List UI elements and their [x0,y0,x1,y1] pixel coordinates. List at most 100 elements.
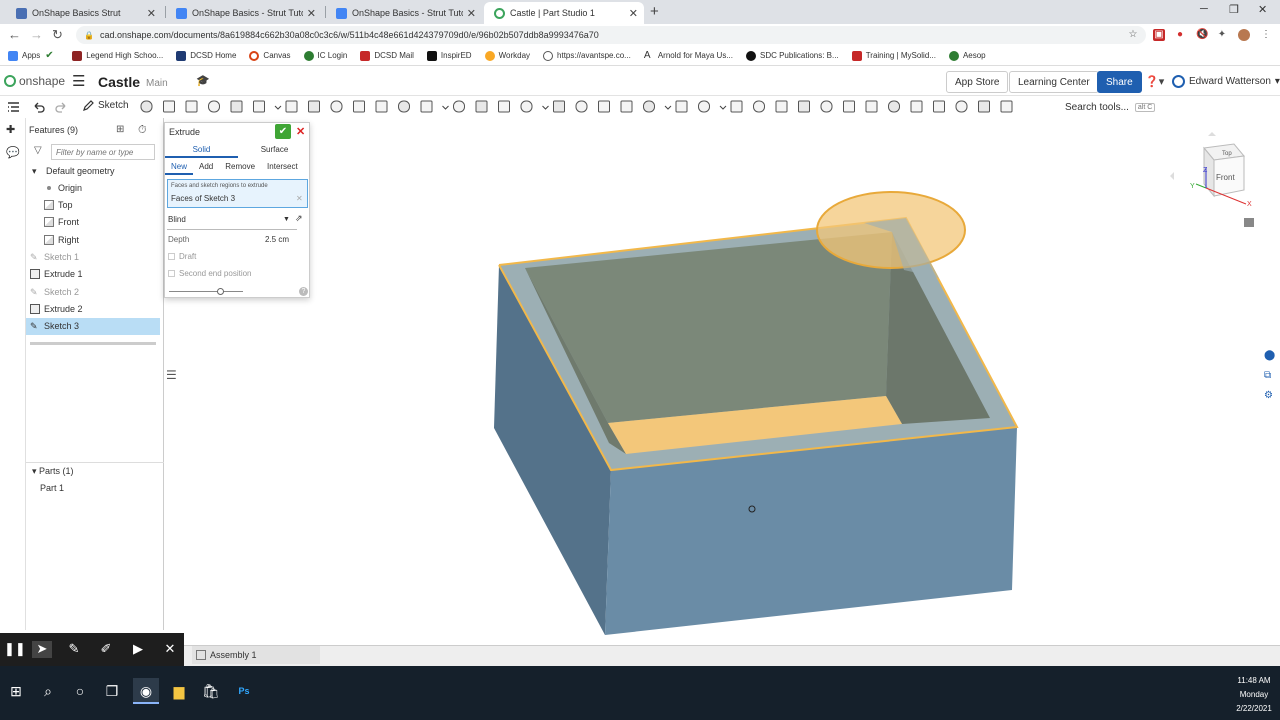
tab-tool-icon[interactable] [978,100,990,113]
bookmark-apps[interactable]: Apps [8,50,40,61]
fit-spline-tool-icon[interactable] [775,100,788,113]
hem-tool-icon[interactable] [955,100,968,113]
depth-input[interactable]: 2.5 cm [265,235,289,244]
browser-tab-3[interactable]: OnShape Basics - Strut Tutorial - ✕ [326,2,482,24]
search-icon[interactable]: ⌕ [35,678,61,704]
sheet-metal-tool-icon[interactable] [888,100,900,113]
url-bar[interactable]: 🔒 cad.onshape.com/documents/8a619884c662… [76,26,1146,44]
system-clock[interactable]: 11:48 AM Monday 2/22/2021 [1232,674,1276,716]
cortana-icon[interactable]: ○ [67,678,93,704]
profile-avatar[interactable] [1238,29,1250,41]
appearance-icon[interactable]: ⬤ [1264,350,1276,362]
preview-slider-thumb[interactable] [217,288,225,295]
bookmark-canvas[interactable]: Canvas [249,50,291,61]
checkbox-box[interactable] [168,270,175,277]
puzzle-icon[interactable]: ✦ [1216,29,1228,41]
tab-solid[interactable]: Solid [165,142,238,158]
bookmark-dcsd-mail[interactable]: DCSD Mail [360,50,414,61]
variable-table-icon[interactable]: ⚙ [1264,390,1276,402]
document-title[interactable]: Castle [98,74,140,90]
modify-fillet-tool-icon[interactable] [575,100,588,113]
bookmark-avantspe[interactable]: https://avantspe.co... [543,50,631,61]
menu-dots-icon[interactable]: ⋮ [1260,29,1272,41]
helix-tool-icon[interactable] [698,100,710,113]
mute-icon[interactable]: 🔇 [1196,29,1208,41]
share-button[interactable]: Share [1097,71,1142,93]
feature-item[interactable]: Extrude 1 [26,266,160,283]
revolve-tool-icon[interactable] [185,100,198,113]
feature-filter-input[interactable] [51,144,155,160]
sketch-button[interactable]: Sketch [82,99,129,112]
composite-curve-tool-icon[interactable] [820,100,833,113]
rotate-left-icon[interactable] [1170,172,1174,180]
feature-item[interactable]: Right [26,231,160,248]
end-type-select[interactable]: Blind [168,215,186,224]
isocline-tool-icon[interactable] [865,100,878,113]
pen-icon[interactable]: ✎ [64,641,84,658]
shell-tool-icon[interactable] [375,100,388,113]
tab-surface[interactable]: Surface [238,142,311,158]
tab-assembly-1[interactable]: Assembly 1 [192,646,320,664]
feature-item[interactable]: Front [26,214,160,231]
bookmark-training[interactable]: Training | MySolid... [851,50,936,61]
bookmark-dcsd-home[interactable]: DCSD Home [176,50,236,61]
fillet-tool-icon[interactable] [285,100,298,113]
extrude-tool-icon[interactable] [163,100,175,113]
redo-icon[interactable] [55,101,68,114]
close-icon[interactable]: ✕ [307,7,316,20]
rib-tool-icon[interactable] [353,100,365,113]
form-tool-icon[interactable] [910,100,923,113]
bookmark-legend[interactable]: Legend High Schoo... [72,50,163,61]
checkbox-box[interactable] [168,253,175,260]
back-icon[interactable]: ← [8,27,21,42]
help-icon[interactable]: ? [299,287,308,296]
op-remove[interactable]: Remove [219,160,261,175]
linear-pattern-tool-icon[interactable] [420,100,433,113]
close-icon[interactable]: ✕ [467,7,476,20]
minimize-icon[interactable]: ─ [1200,3,1208,15]
accept-check-button[interactable]: ✔ [275,124,291,139]
op-intersect[interactable]: Intersect [261,160,304,175]
help-icon[interactable]: ❓▾ [1145,75,1164,88]
split-tool-icon[interactable] [498,100,510,113]
plane-tool-icon[interactable] [675,100,688,113]
hole-tool-icon[interactable] [398,100,410,113]
bookmark-check[interactable]: ✔ [45,50,59,61]
draft-checkbox[interactable]: Draft [168,252,196,261]
projected-curve-tool-icon[interactable] [843,100,855,113]
delete-part-tool-icon[interactable] [553,100,565,113]
sweep-tool-icon[interactable] [208,100,220,113]
thicken-tool-icon[interactable] [253,100,265,113]
feature-item[interactable]: ✎ Sketch 2 [26,283,160,300]
part-list-item[interactable]: Part 1 [40,483,64,493]
view-options-icon[interactable] [1244,218,1254,227]
windows-start-icon[interactable]: ⊞ [3,678,29,704]
mirror-tool-icon[interactable] [453,100,465,113]
maximize-icon[interactable]: ❐ [1229,3,1239,16]
preview-slider-track[interactable] [169,291,243,292]
bookmark-inspired[interactable]: InspirED [426,50,472,61]
search-tools-input[interactable]: Search tools... alt C [1060,98,1156,116]
task-view-icon[interactable]: ❐ [99,678,125,704]
bookmark-arnold[interactable]: A Arnold for Maya Us... [644,50,733,61]
new-tab-button[interactable]: + [650,3,659,20]
photoshop-icon[interactable]: Ps [231,678,257,704]
user-menu[interactable]: Edward Watterson ▾ [1172,75,1280,88]
mate-connector-tool-icon[interactable] [730,100,743,113]
caret-tool-icon[interactable] [442,105,449,110]
store-icon[interactable]: 🛍 [198,678,224,704]
workspace-branch[interactable]: Main [146,78,168,89]
remove-selection-icon[interactable]: ✕ [296,194,303,203]
flange-tool-icon[interactable] [933,100,945,113]
chevron-down-icon[interactable]: ▼ [283,216,290,223]
view-cube[interactable]: Top Front X Y Z [1170,132,1260,232]
rollback-folder-icon[interactable]: ⊞ [116,124,124,135]
file-explorer-icon[interactable]: ▆ [166,678,192,704]
window-close-icon[interactable]: ✕ [1258,3,1267,16]
replace-face-tool-icon[interactable] [620,100,633,113]
feature-item[interactable]: ✎ Sketch 1 [26,249,160,266]
op-new[interactable]: New [165,160,194,175]
feature-item[interactable]: Origin [26,179,160,196]
reload-icon[interactable]: ↻ [52,27,63,43]
record-extension-icon[interactable]: ● [1174,29,1186,41]
